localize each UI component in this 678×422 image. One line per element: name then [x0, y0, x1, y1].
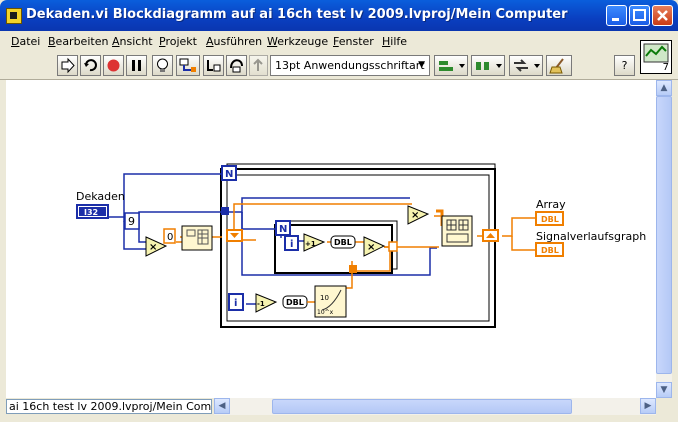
dekaden-type-label: I32 — [84, 208, 98, 217]
menu-fenster[interactable]: Fenster — [333, 35, 374, 48]
align-objects-icon — [439, 61, 465, 71]
increment-label: +1 — [305, 240, 316, 248]
inner-loop-count-label: N — [279, 224, 287, 235]
minimize-icon — [612, 18, 619, 21]
inner-iteration-label: i — [290, 239, 293, 250]
dekaden-label: Dekaden — [76, 190, 125, 203]
reorder-arrows-icon — [514, 59, 540, 72]
step-out-button[interactable] — [249, 55, 268, 76]
probe-values-icon — [179, 58, 196, 72]
vertical-scrollbar[interactable]: ▲ ▼ — [656, 80, 672, 398]
svg-text:×: × — [149, 242, 157, 253]
menu-ausfuehren[interactable]: Ausführen — [206, 35, 262, 48]
distribute-objects-icon — [476, 62, 502, 70]
scroll-left-button[interactable]: ◀ — [214, 398, 230, 414]
labview-app-icon — [6, 8, 22, 24]
lightbulb-icon — [157, 58, 168, 72]
inner-loop-output-tunnel — [388, 241, 398, 252]
highlight-execution-button[interactable] — [152, 55, 173, 76]
svg-text:×: × — [411, 210, 419, 221]
distribute-objects-button[interactable] — [471, 55, 505, 76]
vi-icon-number: 7 — [662, 62, 669, 73]
graph-indicator-type: DBL — [541, 246, 559, 255]
font-selector-label: 13pt Anwendungsschriftart — [275, 59, 425, 72]
context-help-button[interactable]: ? — [614, 55, 635, 76]
menu-bearbeiten[interactable]: Bearbeiten — [48, 35, 108, 48]
horizontal-scrollbar[interactable]: ◀ ▶ — [214, 398, 656, 415]
vertical-scroll-thumb[interactable] — [656, 96, 672, 374]
array-indicator-type: DBL — [541, 215, 559, 224]
shift-orange-node — [349, 265, 357, 273]
maximize-icon — [633, 9, 646, 21]
pause-button[interactable] — [126, 55, 147, 76]
stop-icon — [107, 59, 120, 72]
abort-button[interactable] — [103, 55, 124, 76]
run-arrow-icon — [61, 57, 75, 74]
graph-indicator-label: Signalverlaufsgraph — [536, 230, 646, 243]
font-selector[interactable]: 13pt Anwendungsschriftart ▼ — [270, 55, 430, 76]
menu-datei[interactable]: Datei — [11, 35, 40, 48]
menu-hilfe[interactable]: Hilfe — [382, 35, 407, 48]
maximize-button[interactable] — [629, 5, 650, 26]
menu-werkzeuge[interactable]: Werkzeuge — [267, 35, 328, 48]
to-double-label-2: DBL — [286, 298, 304, 307]
project-path-status: ai 16ch test lv 2009.lvproj/Mein Compute… — [6, 399, 212, 414]
close-icon — [657, 10, 668, 21]
run-continuously-button[interactable] — [80, 55, 101, 76]
reorder-button[interactable] — [509, 55, 543, 76]
step-out-icon — [253, 58, 263, 71]
svg-text:×: × — [367, 242, 375, 253]
outer-loop-count-label: N — [225, 169, 233, 180]
pause-icon — [132, 60, 141, 71]
vi-icon[interactable]: 7 — [640, 40, 672, 74]
array-indicator-label: Array — [536, 198, 566, 211]
menu-projekt[interactable]: Projekt — [159, 35, 197, 48]
help-question-label: ? — [621, 59, 628, 72]
power-base-label: 10 — [320, 294, 329, 302]
cleanup-diagram-button[interactable] — [546, 55, 572, 76]
close-button[interactable] — [652, 5, 673, 26]
scroll-right-button[interactable]: ▶ — [640, 398, 656, 414]
power-of-ten-label: 10^x — [317, 309, 334, 316]
step-over-icon — [230, 59, 243, 73]
step-into-icon — [207, 60, 221, 72]
minimize-button[interactable] — [606, 5, 627, 26]
to-double-label-1: DBL — [334, 238, 352, 247]
window-title: Dekaden.vi Blockdiagramm auf ai 16ch tes… — [26, 7, 568, 22]
constant-nine-label: 9 — [128, 215, 135, 228]
block-diagram[interactable]: Dekaden I32 9 × 0 N N i +1 DBL × i -1 DB… — [6, 80, 656, 398]
chevron-down-icon: ▼ — [418, 60, 425, 70]
scroll-down-button[interactable]: ▼ — [656, 382, 672, 398]
menu-bar: Datei Bearbeiten Ansicht Projekt Ausführ… — [0, 31, 678, 52]
scroll-up-button[interactable]: ▲ — [656, 80, 672, 96]
retain-wire-values-button[interactable] — [176, 55, 200, 76]
title-bar: Dekaden.vi Blockdiagramm auf ai 16ch tes… — [0, 0, 678, 31]
horizontal-scroll-thumb[interactable] — [272, 399, 572, 414]
step-over-button[interactable] — [226, 55, 247, 76]
toolbar: 13pt Anwendungsschriftart ▼ ? 7 — [0, 40, 678, 80]
decrement-label: -1 — [257, 300, 265, 308]
run-button[interactable] — [57, 55, 78, 76]
diagram-svg: Dekaden I32 9 × 0 N N i +1 DBL × i -1 DB… — [76, 163, 646, 328]
menu-ansicht[interactable]: Ansicht — [112, 35, 153, 48]
step-into-button[interactable] — [203, 55, 224, 76]
align-objects-button[interactable] — [434, 55, 468, 76]
outer-loop-tunnel-blue — [221, 207, 229, 215]
outer-iteration-label: i — [234, 298, 237, 309]
run-continuously-icon — [84, 59, 97, 72]
broom-icon — [549, 58, 564, 74]
constant-zero-label: 0 — [167, 232, 173, 243]
